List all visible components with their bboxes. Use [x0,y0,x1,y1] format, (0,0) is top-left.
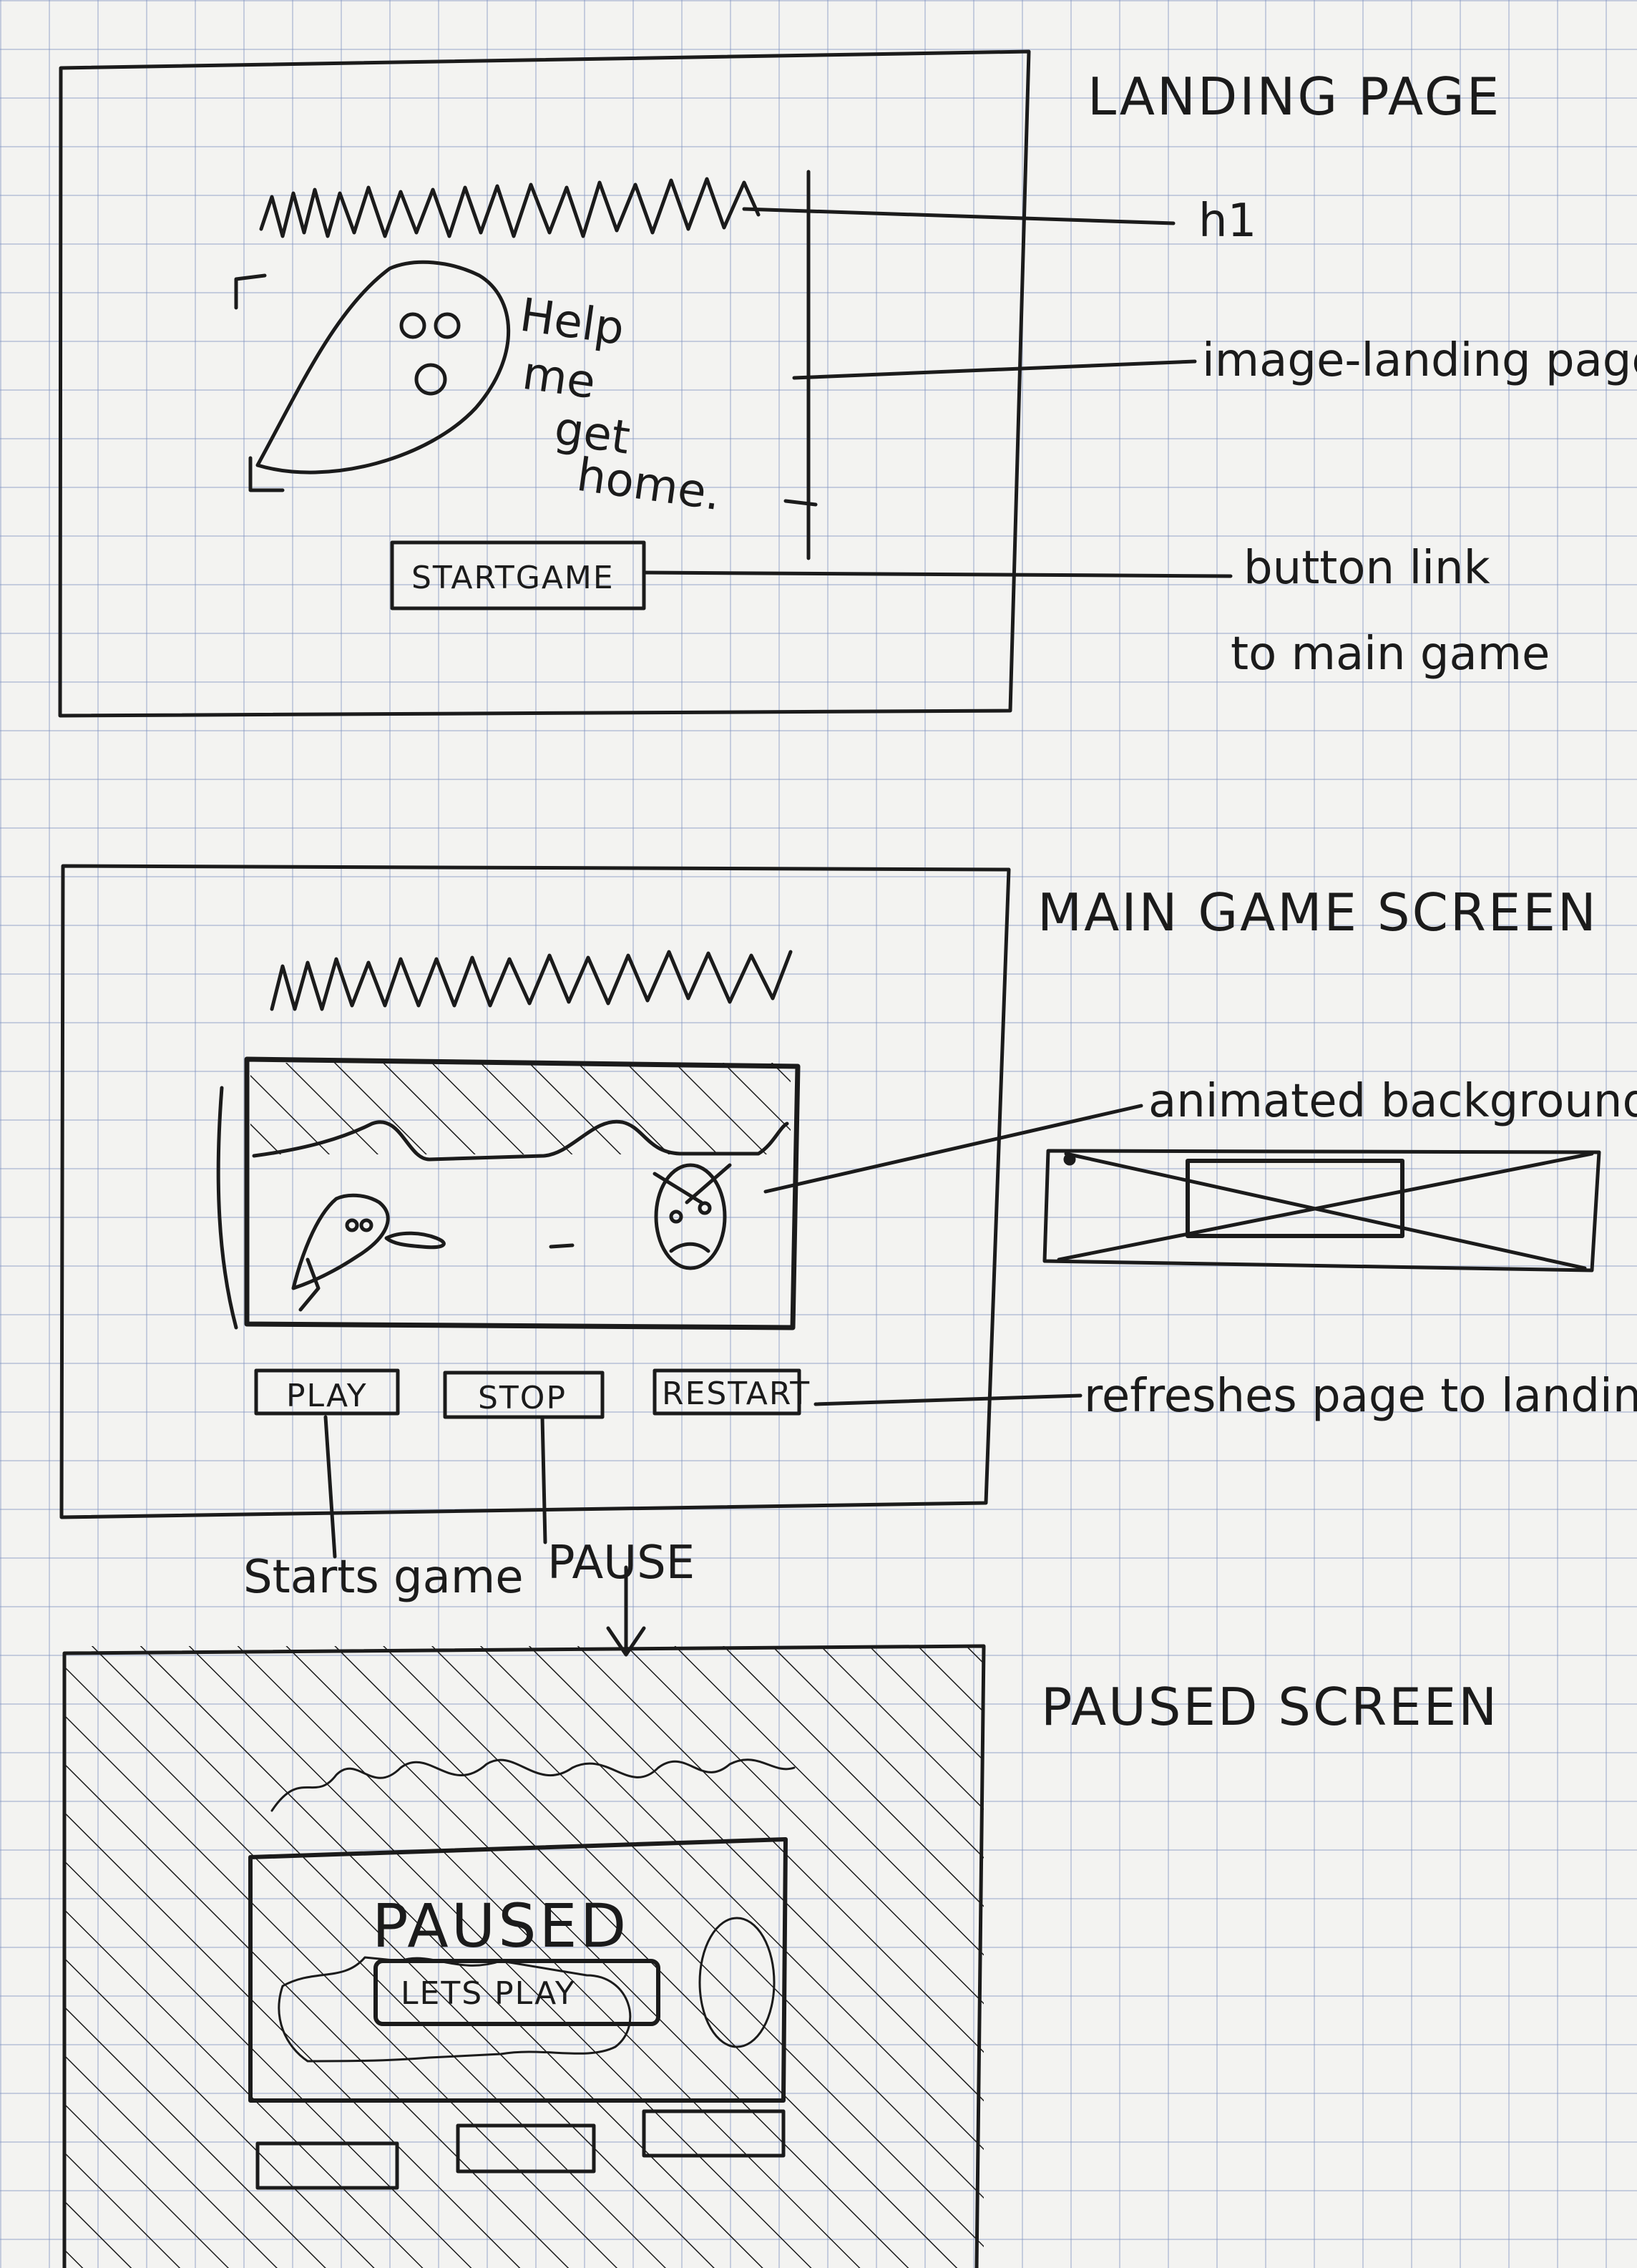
image-label: image-landing page [1202,334,1637,387]
animated-background-label: animated background [1148,1075,1637,1128]
paused-heading: PAUSED [372,1891,629,1961]
paused-title: PAUSED SCREEN [1041,1677,1499,1737]
speech-text: Help me get home. [517,289,724,522]
play-button[interactable]: PLAY [286,1378,368,1414]
landing-h1-scribble [259,177,761,238]
lets-play-button[interactable]: LETS PLAY [401,1975,576,2012]
start-game-button[interactable]: STARTGAME [411,560,615,596]
button-note-line-2: to main game [1231,628,1550,681]
play-note: Starts game [243,1551,524,1604]
h1-label: h1 [1198,195,1256,248]
restart-note: refreshes page to landing [1084,1370,1637,1423]
landing-title: LANDING PAGE [1088,67,1501,127]
main-h1-scribble [270,950,793,1011]
speech-line-2: me [519,347,599,409]
wireframe-sketch: LANDING PAGE h1 Help me get home. image-… [58,49,1637,2268]
speech-line-1: Help [517,289,627,356]
speech-line-4: home. [574,449,724,521]
button-note-line-1: button link [1243,542,1490,595]
main-game-title: MAIN GAME SCREEN [1037,882,1598,943]
main-game-frame [59,864,1011,1519]
stop-note: PAUSE [547,1537,695,1590]
restart-button[interactable]: RESTART [662,1376,811,1412]
ghost-player-icon [291,1193,575,1312]
ghost-icon [255,260,511,474]
angry-face-icon [653,1163,732,1270]
stop-button[interactable]: STOP [478,1380,567,1416]
animated-background-sketch [1042,1149,1601,1272]
